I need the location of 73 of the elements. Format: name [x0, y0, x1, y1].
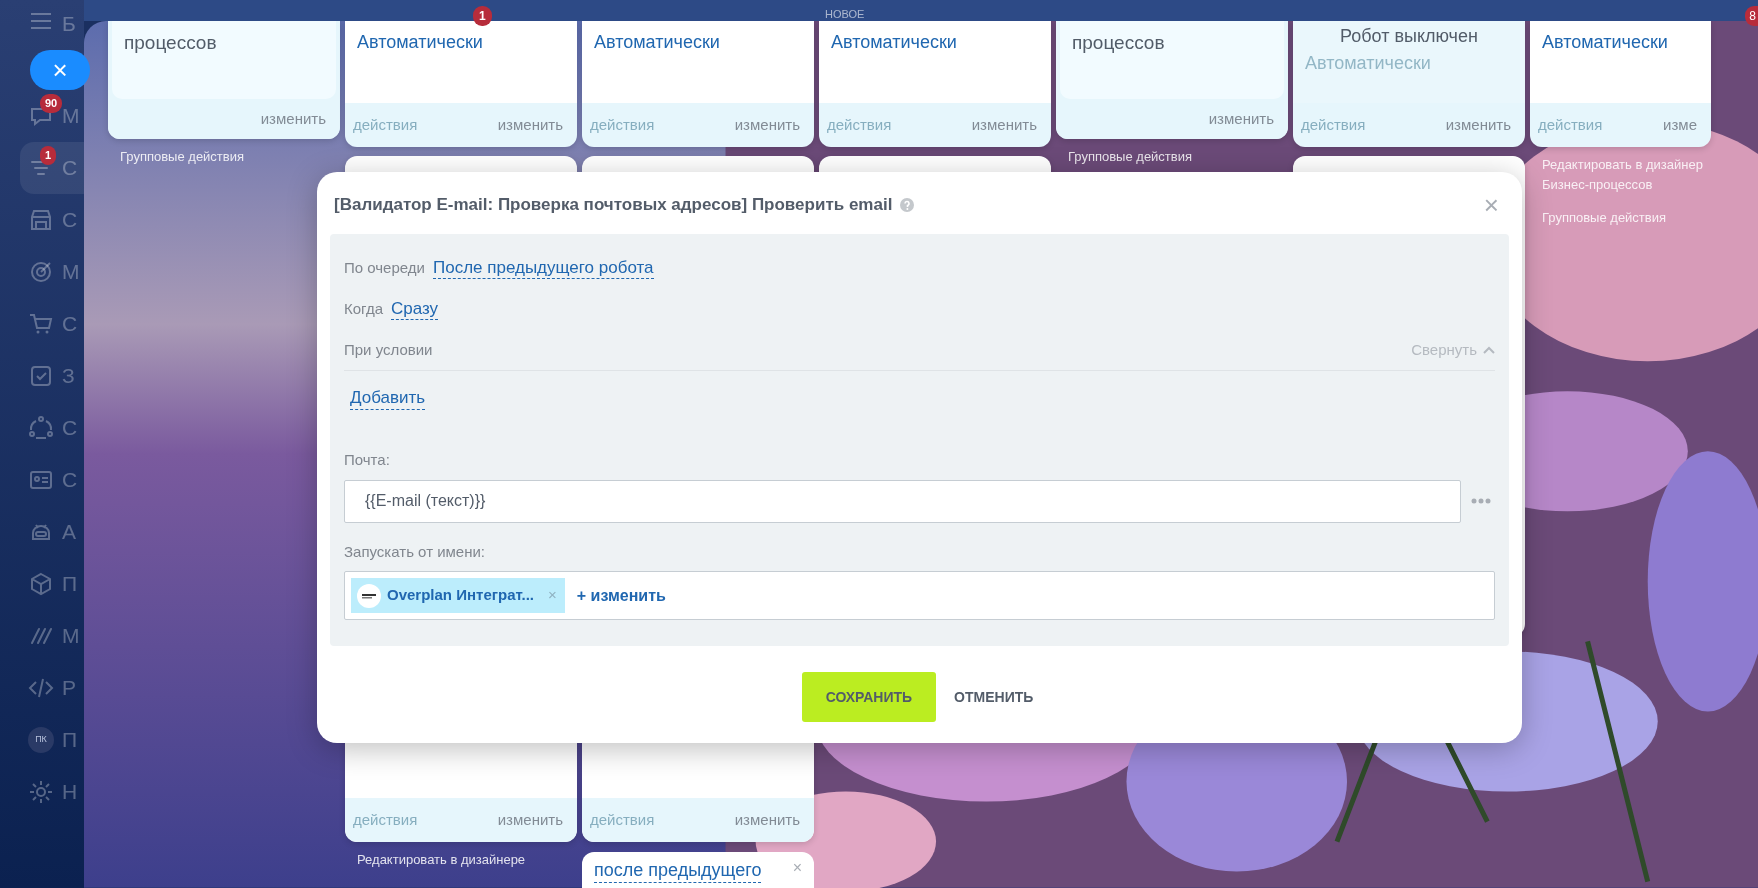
- actions-link[interactable]: действия: [590, 114, 655, 137]
- field-label: Когда: [344, 299, 383, 320]
- edit-link[interactable]: изменить: [497, 114, 563, 137]
- description-text: процессов: [124, 31, 218, 56]
- sidebar-item[interactable]: З: [0, 350, 84, 402]
- actions-link[interactable]: действия: [1538, 114, 1603, 137]
- target-icon: [28, 259, 54, 285]
- cycle-icon: [28, 415, 54, 441]
- sidebar-item[interactable]: С: [0, 298, 84, 350]
- box-icon: [28, 571, 54, 597]
- count-badge: 8: [1745, 6, 1758, 26]
- edit-link[interactable]: изменить: [497, 809, 563, 832]
- avatar: ПК: [28, 727, 54, 753]
- remove-icon[interactable]: ×: [548, 584, 557, 607]
- collapse-toggle[interactable]: Свернуть: [1411, 338, 1495, 362]
- user-selector[interactable]: Overplan Интеграт... × + изменить: [344, 571, 1495, 620]
- sidebar-item[interactable]: П: [0, 558, 84, 610]
- edit-link[interactable]: изме: [1663, 114, 1697, 137]
- edit-link[interactable]: изменить: [260, 108, 326, 131]
- status-text: Робот выключен: [1339, 25, 1479, 49]
- edit-link[interactable]: изменить: [734, 114, 800, 137]
- menu-link[interactable]: Групповые действия: [108, 139, 340, 167]
- dropdown-link[interactable]: Сразу: [391, 298, 439, 321]
- sidebar-item[interactable]: С: [0, 402, 84, 454]
- sidebar-item[interactable]: С: [0, 454, 84, 506]
- input-field[interactable]: {{E-mail (текст)}}: [344, 479, 1461, 523]
- save-button[interactable]: СОХРАНИТЬ: [801, 672, 937, 722]
- add-link[interactable]: Добавить: [350, 388, 426, 410]
- checkbox-icon: [28, 363, 54, 389]
- field-label: Запускать от имени:: [344, 541, 487, 562]
- count-badge: 1: [40, 146, 57, 165]
- sidebar-item[interactable]: М 90: [0, 90, 84, 142]
- cancel-button[interactable]: ОТМЕНИТЬ: [950, 686, 1038, 708]
- store-icon: [28, 207, 54, 233]
- menu-link[interactable]: Групповые действия: [1056, 139, 1288, 167]
- close-button[interactable]: ×: [1473, 192, 1509, 218]
- gear-icon: [28, 779, 54, 805]
- more-icon: [1471, 498, 1491, 504]
- menu-link[interactable]: Групповые действия: [1530, 194, 1740, 228]
- actions-link[interactable]: действия: [353, 114, 418, 137]
- change-link[interactable]: + изменить: [576, 583, 666, 608]
- menu-link[interactable]: Редактировать в дизайнере: [345, 842, 577, 870]
- edit-link[interactable]: изменить: [1208, 108, 1274, 131]
- sidebar-item[interactable]: Р: [0, 662, 84, 714]
- trigger-link[interactable]: после предыдущего: [594, 860, 762, 883]
- menu-link[interactable]: Редактировать в дизайнер Бизнес-процессов: [1530, 147, 1740, 195]
- actions-link[interactable]: действия: [590, 809, 655, 832]
- sidebar-item[interactable]: Н: [0, 766, 84, 818]
- field-label: Почта:: [344, 450, 391, 470]
- sidebar-item[interactable]: М: [0, 246, 84, 298]
- section-label: При условии: [344, 339, 433, 360]
- status-label: НОВОЕ: [825, 7, 865, 22]
- close-icon[interactable]: ×: [792, 860, 802, 877]
- actions-link[interactable]: действия: [827, 114, 892, 137]
- field-label: По очереди: [344, 258, 425, 279]
- sidebar-item[interactable]: ПК П: [0, 714, 84, 766]
- user-chip[interactable]: Overplan Интеграт... ×: [351, 578, 565, 613]
- sidebar-item[interactable]: А: [0, 506, 84, 558]
- trigger-link: Автоматически: [1305, 52, 1432, 76]
- actions-link[interactable]: действия: [353, 809, 418, 832]
- dialog-title: [Валидатор E-mail: Проверка почтовых адресов] Проверить email: [334, 194, 893, 217]
- chevron-up-icon: [1483, 346, 1495, 354]
- logo-icon: [357, 583, 381, 608]
- logo-text: Б: [62, 11, 76, 37]
- edit-link[interactable]: изменить: [734, 809, 800, 832]
- dropdown-link[interactable]: После предыдущего робота: [432, 257, 654, 280]
- help-icon: [900, 198, 915, 212]
- count-badge: 90: [40, 94, 63, 113]
- edit-link[interactable]: изменить: [971, 114, 1037, 137]
- sidebar-item[interactable]: С: [0, 194, 84, 246]
- sidebar-item[interactable]: М: [0, 610, 84, 662]
- description-text: процессов: [1072, 31, 1166, 56]
- count-badge: 1: [473, 6, 492, 26]
